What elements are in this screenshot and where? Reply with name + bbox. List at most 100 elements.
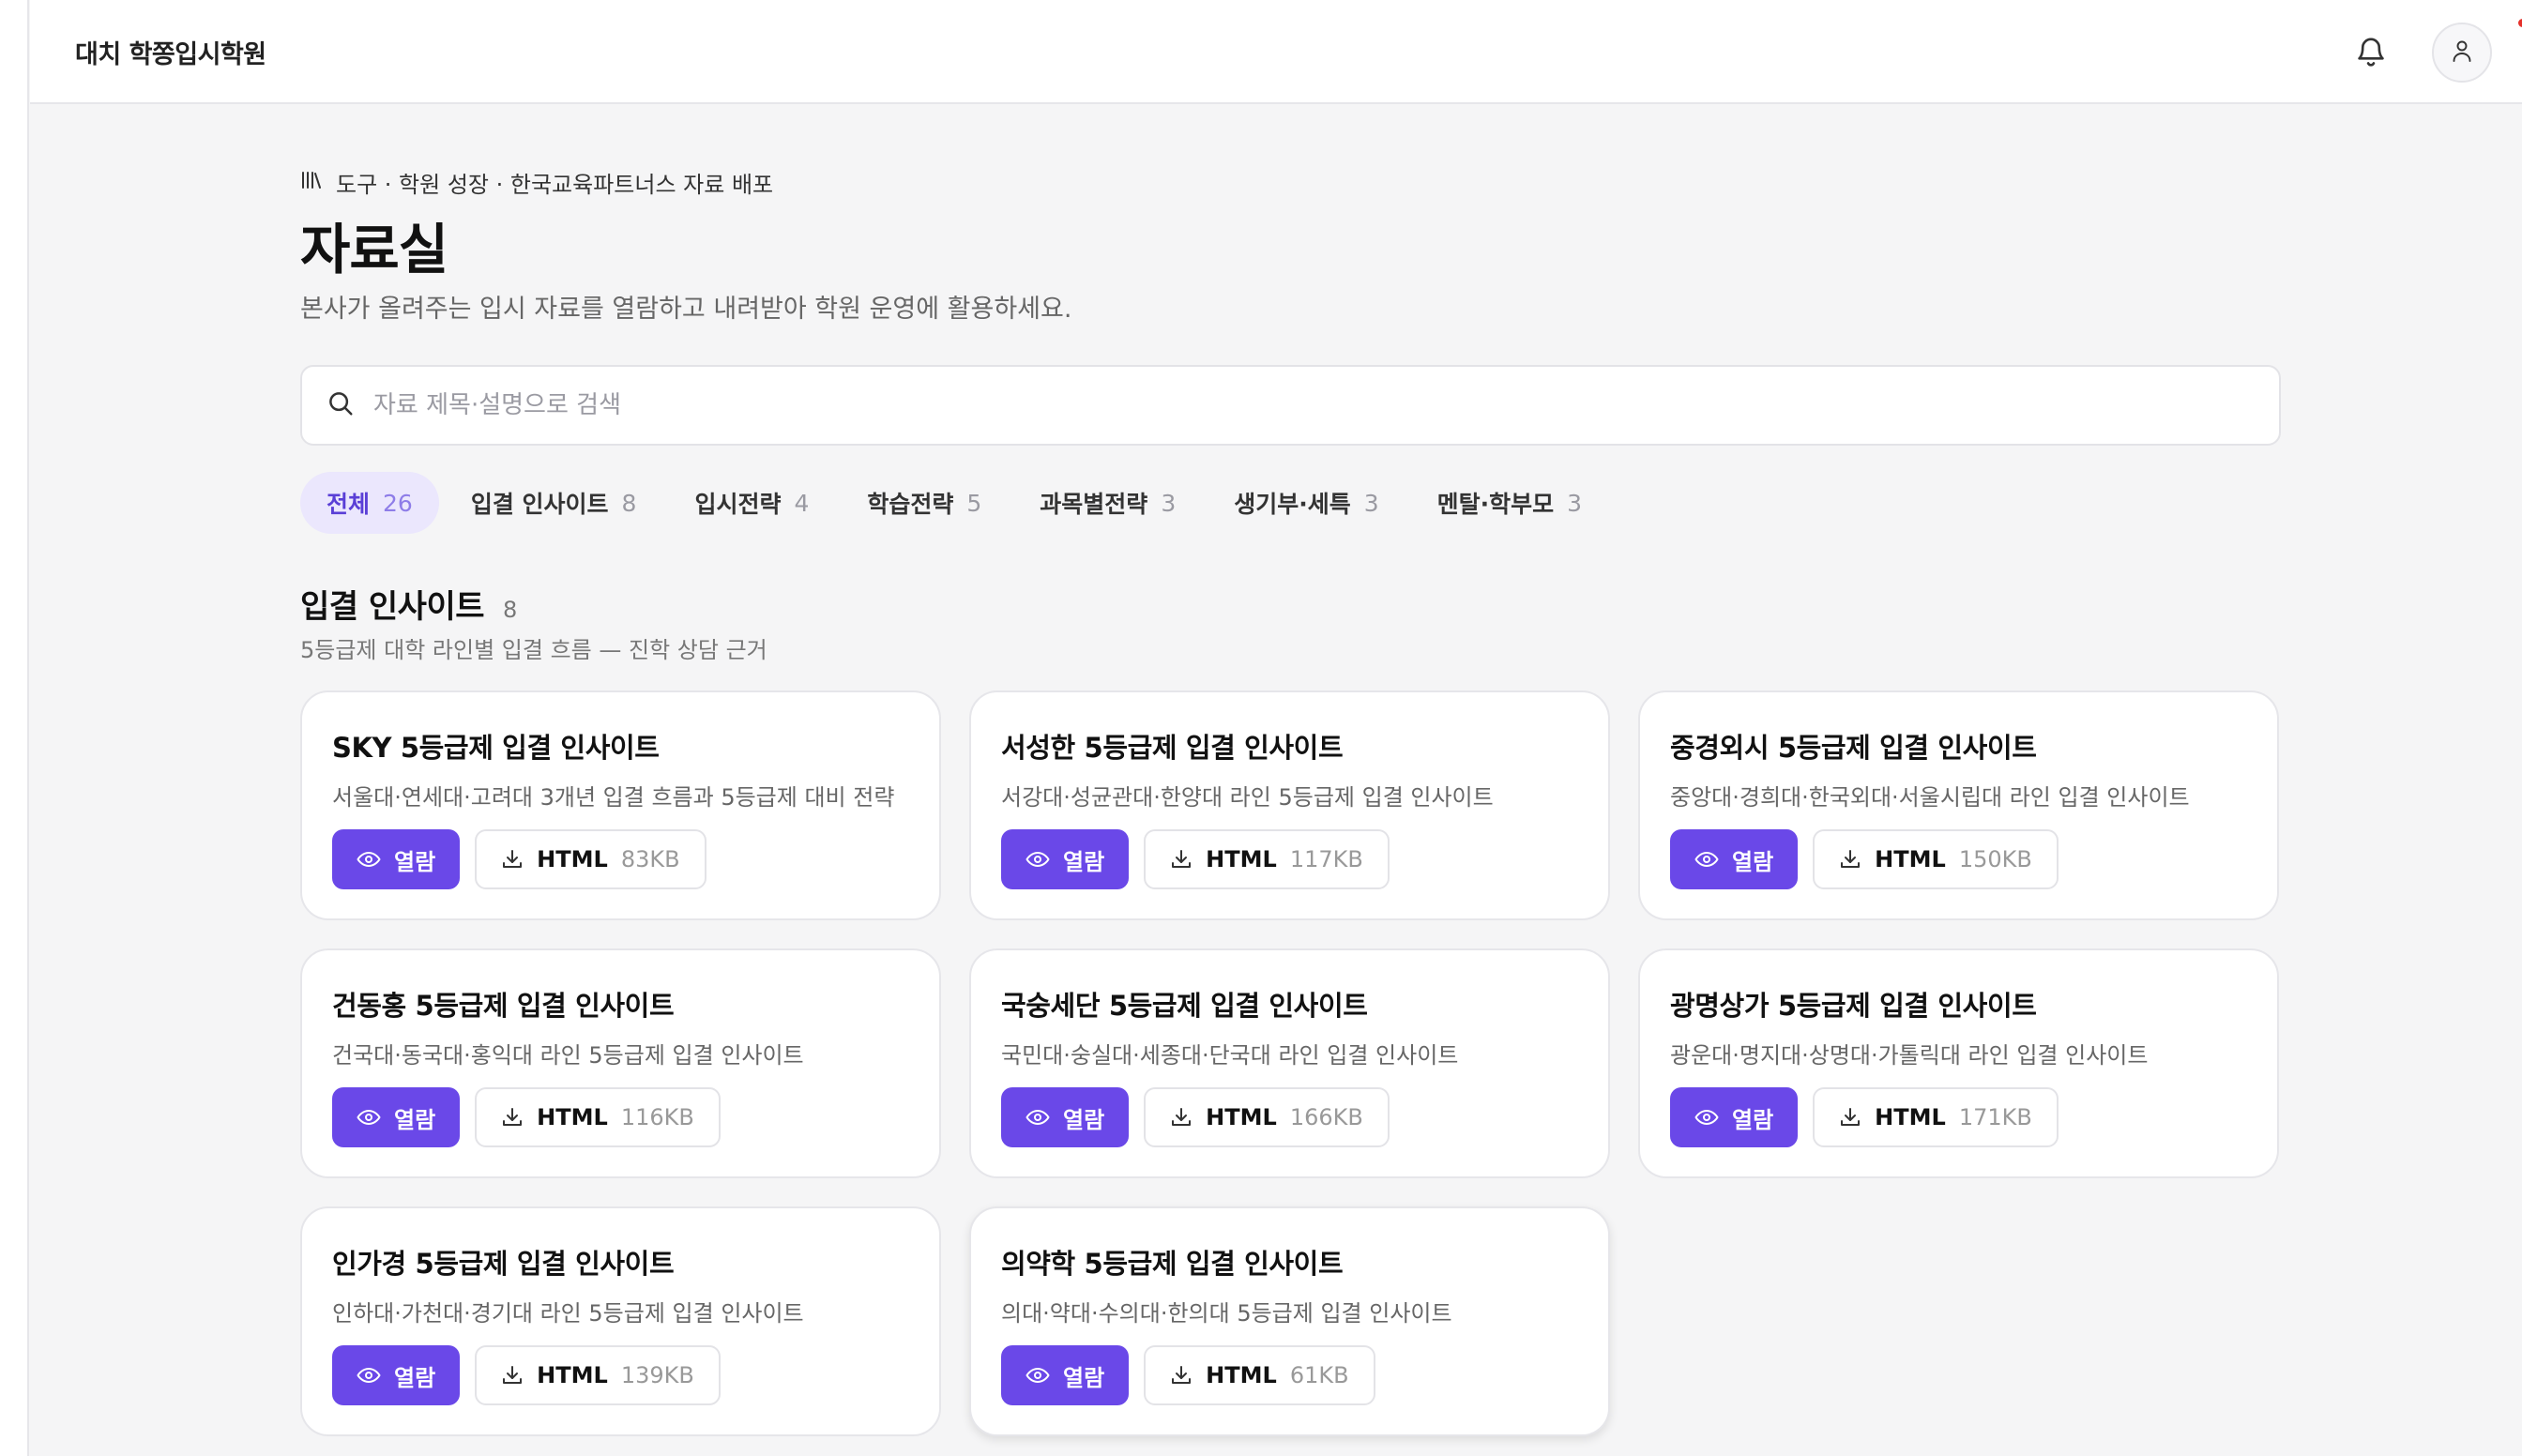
- resource-card: 국숭세단 5등급제 입결 인사이트국민대·숭실대·세종대·단국대 라인 입결 인…: [969, 948, 1610, 1178]
- download-icon: [1170, 848, 1193, 871]
- download-button[interactable]: HTML 166KB: [1144, 1087, 1390, 1147]
- card-description: 국민대·숭실대·세종대·단국대 라인 입결 인사이트: [1001, 1042, 1459, 1069]
- view-button[interactable]: 열람: [332, 829, 461, 889]
- filter-chip[interactable]: 입결 인사이트 8: [445, 472, 663, 534]
- view-button[interactable]: 열람: [1001, 1087, 1130, 1147]
- view-button[interactable]: 열람: [1001, 829, 1130, 889]
- file-format: HTML: [1875, 1104, 1946, 1130]
- card-title: 인가경 5등급제 입결 인사이트: [332, 1248, 675, 1280]
- search-input[interactable]: [373, 391, 2156, 419]
- file-format: HTML: [537, 1104, 608, 1130]
- eye-icon: [1026, 1366, 1050, 1385]
- download-icon: [501, 1106, 524, 1129]
- file-format: HTML: [537, 846, 608, 872]
- view-button[interactable]: 열람: [332, 1345, 461, 1405]
- top-bar: 대치 학쫑입시학원: [30, 0, 2522, 104]
- filter-chip-count: 8: [621, 489, 637, 517]
- search-bar: [300, 365, 2281, 446]
- download-button[interactable]: HTML 116KB: [475, 1087, 721, 1147]
- filter-chip[interactable]: 과목별전략 3: [1013, 472, 1202, 534]
- card-title: 광명상가 5등급제 입결 인사이트: [1670, 990, 2037, 1022]
- download-icon: [1839, 848, 1861, 871]
- view-button[interactable]: 열람: [1670, 1087, 1799, 1147]
- filter-chip[interactable]: 학습전략 5: [841, 472, 1008, 534]
- card-description: 서울대·연세대·고려대 3개년 입결 흐름과 5등급제 대비 전략: [332, 784, 895, 811]
- bell-icon[interactable]: [2347, 28, 2394, 75]
- filter-chip-count: 26: [383, 489, 413, 517]
- card-description: 중앙대·경희대·한국외대·서울시립대 라인 입결 인사이트: [1670, 784, 2190, 811]
- card-title: 중경외시 5등급제 입결 인사이트: [1670, 732, 2037, 764]
- file-format: HTML: [1206, 1362, 1277, 1388]
- eye-icon: [357, 1108, 381, 1127]
- resource-card: 인가경 5등급제 입결 인사이트인하대·가천대·경기대 라인 5등급제 입결 인…: [300, 1206, 941, 1436]
- page-subtitle: 본사가 올려주는 입시 자료를 열람하고 내려받아 학원 운영에 활용하세요.: [300, 295, 1072, 324]
- card-actions: 열람 HTML 166KB: [1001, 1087, 1390, 1147]
- eye-icon: [1026, 850, 1050, 869]
- view-button-label: 열람: [394, 1364, 436, 1391]
- card-description: 서강대·성균관대·한양대 라인 5등급제 입결 인사이트: [1001, 784, 1494, 811]
- download-icon: [1170, 1106, 1193, 1129]
- section-title: 입결 인사이트: [300, 588, 485, 626]
- card-title: 서성한 5등급제 입결 인사이트: [1001, 732, 1344, 764]
- file-format: HTML: [1875, 846, 1946, 872]
- library-icon: [300, 170, 323, 196]
- filter-chip[interactable]: 멘탈·학부모 3: [1411, 472, 1608, 534]
- filter-chip[interactable]: 입시전략 4: [668, 472, 835, 534]
- file-size: 61KB: [1289, 1362, 1349, 1388]
- file-size: 83KB: [620, 846, 680, 872]
- card-title: SKY 5등급제 입결 인사이트: [332, 732, 660, 764]
- card-description: 인하대·가천대·경기대 라인 5등급제 입결 인사이트: [332, 1300, 804, 1327]
- filter-chip-label: 멘탈·학부모: [1436, 491, 1555, 518]
- card-title: 건동홍 5등급제 입결 인사이트: [332, 990, 675, 1022]
- download-button[interactable]: HTML 117KB: [1144, 829, 1390, 889]
- breadcrumb: 도구 · 학원 성장 · 한국교육파트너스 자료 배포: [300, 166, 773, 199]
- eye-icon: [357, 1366, 381, 1385]
- card-title: 국숭세단 5등급제 입결 인사이트: [1001, 990, 1368, 1022]
- view-button[interactable]: 열람: [1001, 1345, 1130, 1405]
- card-title: 의약학 5등급제 입결 인사이트: [1001, 1248, 1344, 1280]
- download-button[interactable]: HTML 139KB: [475, 1345, 721, 1405]
- eye-icon: [357, 850, 381, 869]
- resource-card: 광명상가 5등급제 입결 인사이트광운대·명지대·상명대·가톨릭대 라인 입결 …: [1638, 948, 2279, 1178]
- view-button[interactable]: 열람: [332, 1087, 461, 1147]
- filter-chip[interactable]: 전체 26: [300, 472, 439, 534]
- eye-icon: [1694, 1108, 1719, 1127]
- download-icon: [501, 1364, 524, 1387]
- section-subtitle: 5등급제 대학 라인별 입결 흐름 — 진학 상담 근거: [300, 637, 767, 663]
- file-size: 117KB: [1289, 846, 1363, 872]
- filter-chip-count: 5: [966, 489, 982, 517]
- filter-chip-label: 전체: [327, 491, 371, 518]
- card-actions: 열람 HTML 61KB: [1001, 1345, 1375, 1405]
- file-size: 116KB: [620, 1104, 694, 1130]
- resource-card: 건동홍 5등급제 입결 인사이트 건국대·동국대·홍익대 라인 5등급제 입결 인…: [300, 948, 941, 1178]
- filter-chip[interactable]: 생기부·세특 3: [1208, 472, 1405, 534]
- user-avatar-button[interactable]: [2432, 23, 2492, 83]
- eye-icon: [1026, 1108, 1050, 1127]
- download-icon: [1170, 1364, 1193, 1387]
- view-button[interactable]: 열람: [1670, 829, 1799, 889]
- download-icon: [1839, 1106, 1861, 1129]
- resource-card: 서성한 5등급제 입결 인사이트서강대·성균관대·한양대 라인 5등급제 입결 …: [969, 690, 1610, 920]
- search-icon: [327, 389, 355, 421]
- view-button-label: 열람: [1732, 848, 1774, 875]
- download-button[interactable]: HTML 61KB: [1144, 1345, 1375, 1405]
- filter-chip-count: 4: [794, 489, 810, 517]
- card-actions: 열람 HTML 150KB: [1670, 829, 2059, 889]
- file-size: 166KB: [1289, 1104, 1363, 1130]
- card-description: 광운대·명지대·상명대·가톨릭대 라인 입결 인사이트: [1670, 1042, 2149, 1069]
- download-button[interactable]: HTML 83KB: [475, 829, 706, 889]
- card-actions: 열람 HTML 139KB: [332, 1345, 721, 1405]
- download-button[interactable]: HTML 171KB: [1813, 1087, 2059, 1147]
- download-button[interactable]: HTML 150KB: [1813, 829, 2059, 889]
- card-actions: 열람 HTML 116KB: [332, 1087, 721, 1147]
- resource-card: 중경외시 5등급제 입결 인사이트중앙대·경희대·한국외대·서울시립대 라인 입…: [1638, 690, 2279, 920]
- file-size: 171KB: [1958, 1104, 2032, 1130]
- card-description: 의대·약대·수의대·한의대 5등급제 입결 인사이트: [1001, 1300, 1452, 1327]
- breadcrumb-text: 도구 · 학원 성장 · 한국교육파트너스 자료 배포: [336, 172, 774, 198]
- section-count: 8: [503, 597, 518, 623]
- filter-chip-count: 3: [1161, 489, 1177, 517]
- card-actions: 열람 HTML 117KB: [1001, 829, 1390, 889]
- filter-chip-label: 입시전략: [694, 491, 782, 518]
- file-format: HTML: [537, 1362, 608, 1388]
- left-rail: [0, 0, 29, 1456]
